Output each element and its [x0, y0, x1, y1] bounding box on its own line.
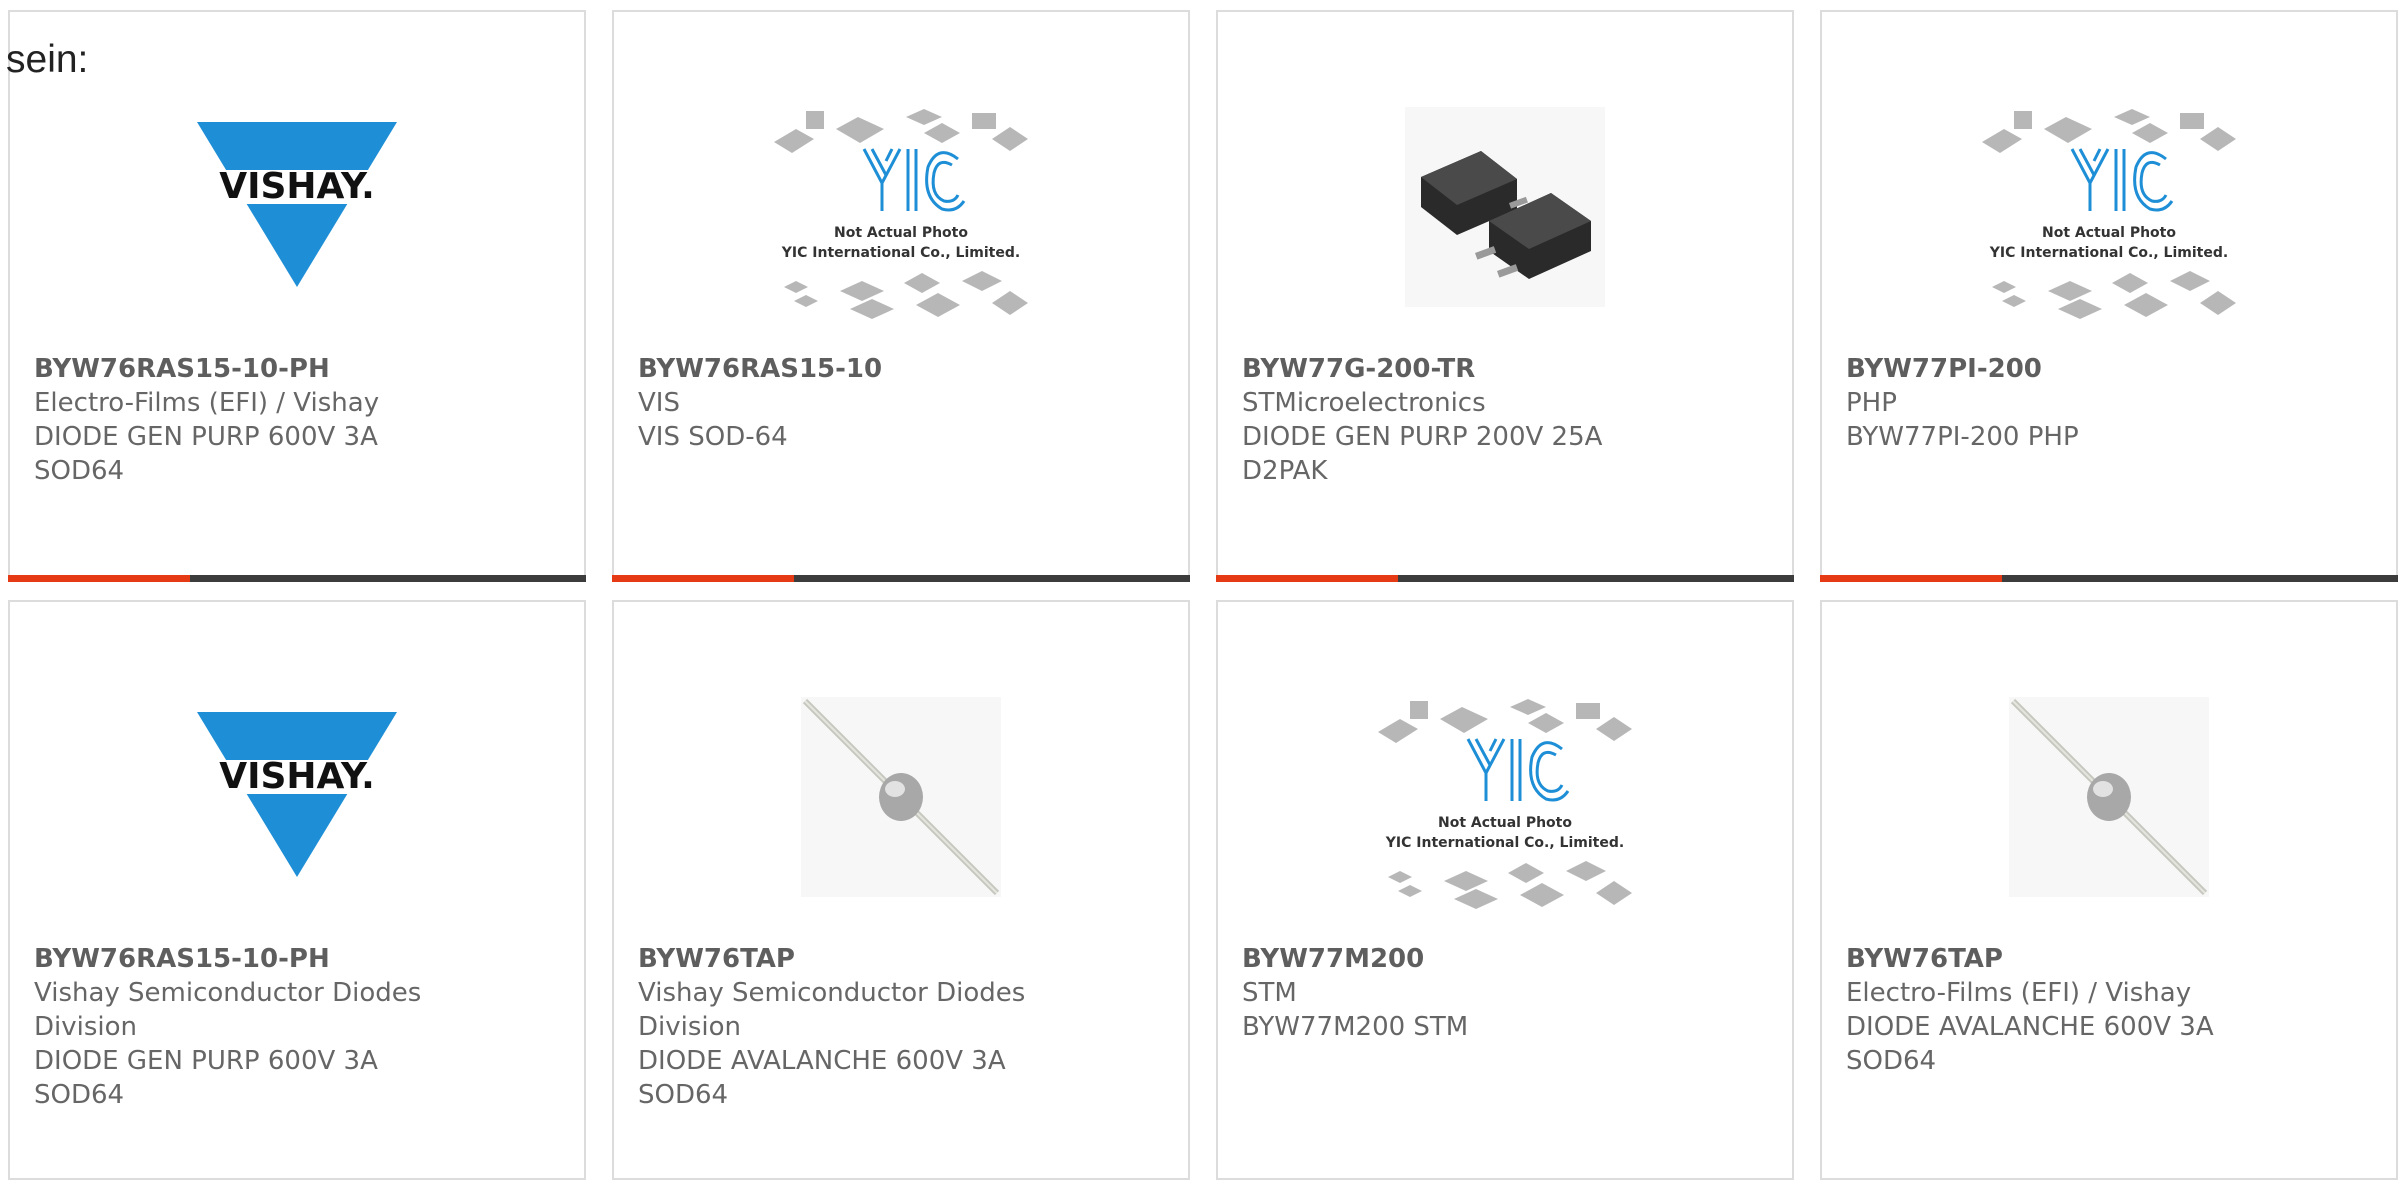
product-image[interactable] — [614, 662, 1188, 932]
manufacturer-continued: Division — [638, 1012, 742, 1042]
product-info: BYW76TAP Electro-Films (EFI) / Vishay DI… — [1846, 942, 2376, 1078]
manufacturer: Vishay Semiconductor Diodes — [638, 978, 1026, 1008]
description: DIODE AVALANCHE 600V 3A — [1846, 1012, 2214, 1042]
axial-diode-icon — [2009, 697, 2209, 897]
card-accent — [1820, 575, 2002, 582]
product-info: BYW76RAS15-10-PH Vishay Semiconductor Di… — [34, 942, 564, 1112]
product-image[interactable]: Not Actual Photo YIC International Co., … — [614, 72, 1188, 342]
product-info: BYW76TAP Vishay Semiconductor Diodes Div… — [638, 942, 1168, 1112]
product-info: BYW77G-200-TR STMicroelectronics DIODE G… — [1242, 352, 1772, 488]
not-actual-photo-icon: Not Actual Photo YIC International Co., … — [1378, 699, 1632, 909]
product-info: BYW76RAS15-10-PH Electro-Films (EFI) / V… — [34, 352, 564, 488]
vishay-logo-icon: VISHAY. — [197, 122, 397, 287]
manufacturer: VIS — [638, 388, 680, 418]
part-number-link[interactable]: BYW77M200 — [1242, 942, 1772, 976]
description: BYW77M200 STM — [1242, 1012, 1469, 1042]
svg-text:VISHAY.: VISHAY. — [219, 756, 375, 797]
description: DIODE GEN PURP 600V 3A — [34, 1046, 378, 1076]
package: SOD64 — [1846, 1046, 1937, 1076]
product-image[interactable] — [1822, 662, 2396, 932]
manufacturer: Electro-Films (EFI) / Vishay — [34, 388, 380, 418]
card-bottom-bar — [1216, 575, 1794, 582]
product-image[interactable]: Not Actual Photo YIC International Co., … — [1218, 662, 1792, 932]
part-number-link[interactable]: BYW76TAP — [638, 942, 1168, 976]
manufacturer-continued: Division — [34, 1012, 138, 1042]
manufacturer: Electro-Films (EFI) / Vishay — [1846, 978, 2192, 1008]
placeholder-line-2: YIC International Co., Limited. — [1385, 835, 1624, 851]
product-image[interactable]: VISHAY. — [10, 662, 584, 932]
product-card[interactable]: Not Actual Photo YIC International Co., … — [612, 10, 1190, 582]
product-card[interactable]: BYW76TAP Electro-Films (EFI) / Vishay DI… — [1820, 600, 2398, 1180]
card-accent — [1216, 575, 1398, 582]
placeholder-line-1: Not Actual Photo — [2042, 225, 2176, 241]
product-info: BYW76RAS15-10 VIS VIS SOD-64 — [638, 352, 1168, 454]
intro-text: sein: — [6, 38, 89, 81]
product-card[interactable]: Not Actual Photo YIC International Co., … — [1216, 600, 1794, 1180]
placeholder-line-2: YIC International Co., Limited. — [1989, 245, 2228, 261]
product-card[interactable]: Not Actual Photo YIC International Co., … — [1820, 10, 2398, 582]
package: D2PAK — [1242, 456, 1328, 486]
manufacturer: STMicroelectronics — [1242, 388, 1486, 418]
vishay-logo-icon: VISHAY. — [197, 712, 397, 877]
product-card[interactable]: BYW76TAP Vishay Semiconductor Diodes Div… — [612, 600, 1190, 1180]
description: BYW77PI-200 PHP — [1846, 422, 2079, 452]
card-accent — [8, 575, 190, 582]
card-accent — [612, 575, 794, 582]
product-card[interactable]: BYW77G-200-TR STMicroelectronics DIODE G… — [1216, 10, 1794, 582]
card-bottom-bar — [8, 575, 586, 582]
part-number-link[interactable]: BYW76TAP — [1846, 942, 2376, 976]
manufacturer: STM — [1242, 978, 1297, 1008]
d2pak-package-icon — [1405, 107, 1605, 307]
package: SOD64 — [34, 1080, 125, 1110]
product-image[interactable]: VISHAY. — [10, 72, 584, 342]
product-info: BYW77M200 STM BYW77M200 STM — [1242, 942, 1772, 1044]
card-bottom-bar — [612, 575, 1190, 582]
product-image[interactable] — [1218, 72, 1792, 342]
description: DIODE GEN PURP 600V 3A — [34, 422, 378, 452]
card-bottom-bar — [1820, 575, 2398, 582]
product-image[interactable]: Not Actual Photo YIC International Co., … — [1822, 72, 2396, 342]
manufacturer: PHP — [1846, 388, 1897, 418]
placeholder-line-1: Not Actual Photo — [1438, 815, 1572, 831]
part-number-link[interactable]: BYW77G-200-TR — [1242, 352, 1772, 386]
description: DIODE GEN PURP 200V 25A — [1242, 422, 1603, 452]
package: SOD64 — [34, 456, 125, 486]
manufacturer: Vishay Semiconductor Diodes — [34, 978, 422, 1008]
svg-text:VISHAY.: VISHAY. — [219, 166, 375, 207]
placeholder-line-2: YIC International Co., Limited. — [781, 245, 1020, 261]
not-actual-photo-icon: Not Actual Photo YIC International Co., … — [774, 109, 1028, 319]
package: SOD64 — [638, 1080, 729, 1110]
placeholder-line-1: Not Actual Photo — [834, 225, 968, 241]
not-actual-photo-icon: Not Actual Photo YIC International Co., … — [1982, 109, 2236, 319]
part-number-link[interactable]: BYW77PI-200 — [1846, 352, 2376, 386]
product-grid: VISHAY. BYW76RAS15-10-PH Electro-Films (… — [0, 0, 2400, 1180]
axial-diode-icon — [801, 697, 1001, 897]
product-card[interactable]: VISHAY. BYW76RAS15-10-PH Electro-Films (… — [8, 10, 586, 582]
part-number-link[interactable]: BYW76RAS15-10-PH — [34, 352, 564, 386]
part-number-link[interactable]: BYW76RAS15-10-PH — [34, 942, 564, 976]
product-card[interactable]: VISHAY. BYW76RAS15-10-PH Vishay Semicond… — [8, 600, 586, 1180]
description: DIODE AVALANCHE 600V 3A — [638, 1046, 1006, 1076]
product-info: BYW77PI-200 PHP BYW77PI-200 PHP — [1846, 352, 2376, 454]
part-number-link[interactable]: BYW76RAS15-10 — [638, 352, 1168, 386]
description: VIS SOD-64 — [638, 422, 788, 452]
